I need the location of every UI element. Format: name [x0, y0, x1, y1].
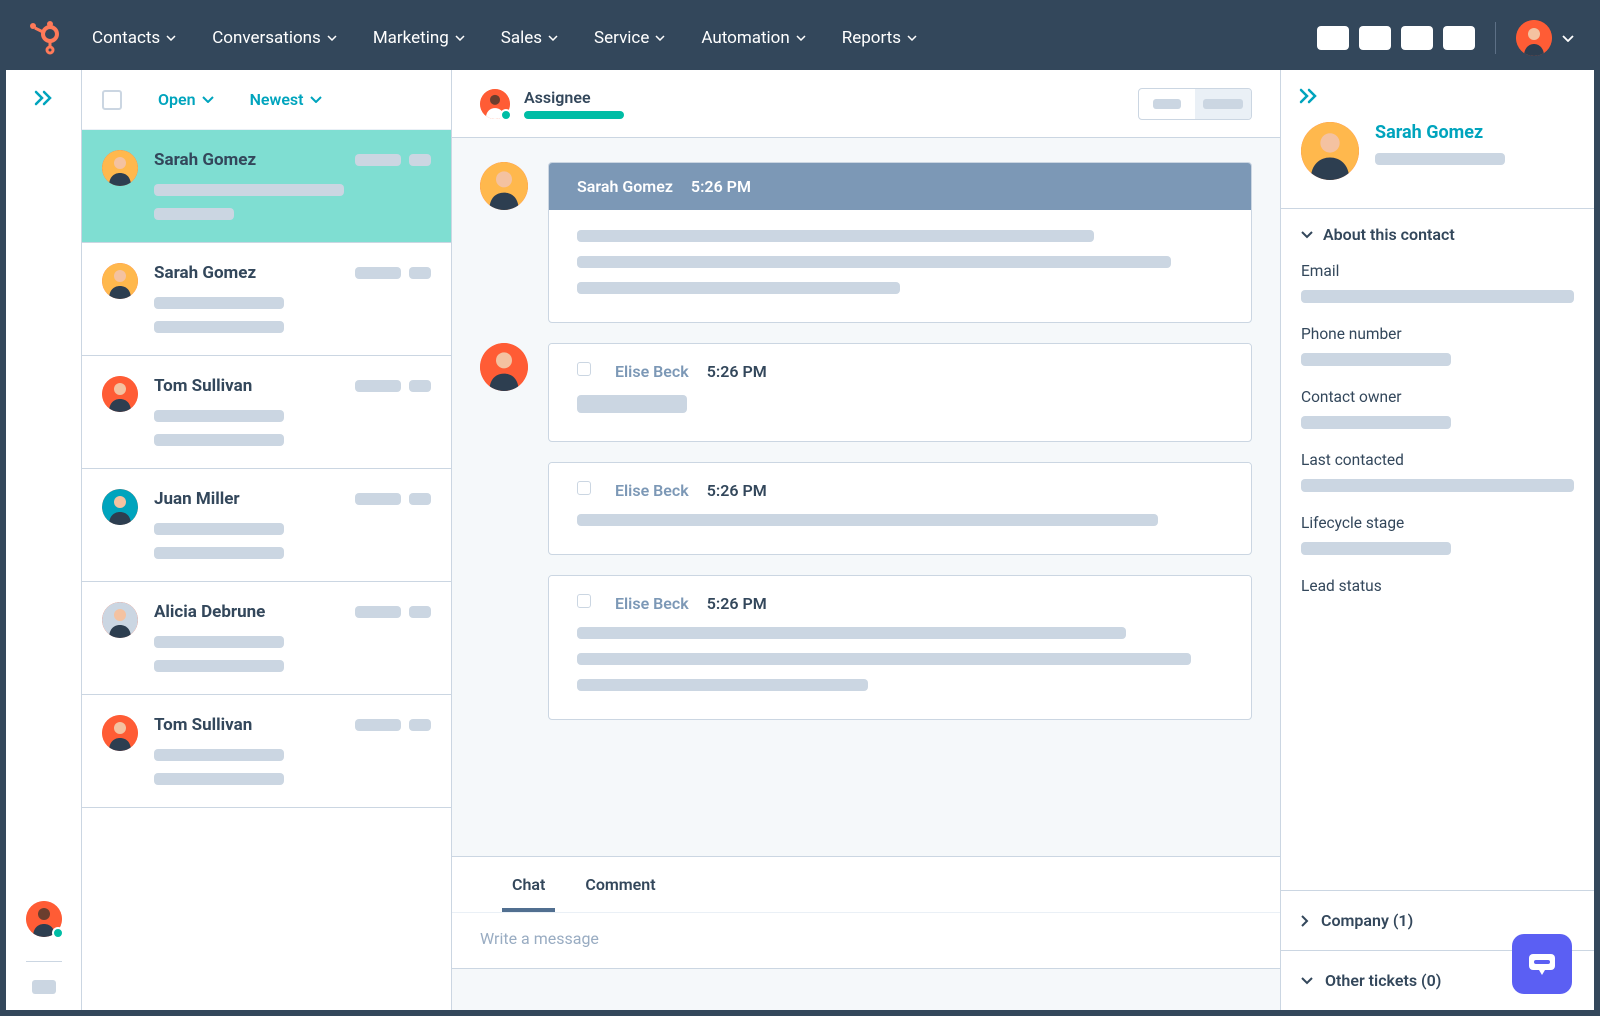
filter-sort[interactable]: Newest [250, 90, 322, 109]
field-label: Lifecycle stage [1301, 514, 1574, 532]
conversation-avatar [102, 150, 138, 186]
message-time: 5:26 PM [691, 177, 751, 196]
message: Elise Beck 5:26 PM [480, 462, 1252, 555]
nav-sales[interactable]: Sales [501, 28, 558, 48]
conversation-name: Juan Miller [154, 489, 240, 509]
conversation-panel: Assignee Sarah Gomez 5:26 PM Elise Beck 5:2… [452, 70, 1280, 1010]
field-label: Phone number [1301, 325, 1574, 343]
conversation-item[interactable]: Sarah Gomez [82, 243, 451, 356]
assignee-status-indicator [500, 109, 512, 121]
contact-panel: Sarah Gomez About this contact Email Phon… [1280, 70, 1594, 1010]
expand-rail-icon[interactable] [34, 90, 54, 106]
chat-icon [1527, 952, 1557, 976]
field-label: Lead status [1301, 577, 1574, 595]
inbox-panel: Open Newest Sarah Gomez Sarah Gomez Tom Su… [82, 70, 452, 1010]
conversation-avatar [102, 715, 138, 751]
message-sender: Elise Beck [615, 594, 689, 613]
message-composer: Chat Comment Write a message [452, 856, 1280, 1010]
online-status-indicator [52, 927, 64, 939]
conversation-item[interactable]: Tom Sullivan [82, 695, 451, 808]
field-value-placeholder [1301, 290, 1574, 303]
field-label: Contact owner [1301, 388, 1574, 406]
conversation-item[interactable]: Sarah Gomez [82, 130, 451, 243]
hubspot-logo[interactable] [26, 20, 62, 56]
chevron-down-icon [1301, 977, 1313, 985]
message-avatar [480, 162, 528, 210]
left-rail [6, 70, 82, 1010]
collapse-panel-icon[interactable] [1299, 88, 1319, 104]
nav-marketing[interactable]: Marketing [373, 28, 465, 48]
select-all-checkbox[interactable] [102, 90, 122, 110]
chevron-down-icon [1301, 231, 1313, 239]
composer-tab-chat[interactable]: Chat [492, 857, 565, 912]
conversation-avatar [102, 602, 138, 638]
conversation-name: Tom Sullivan [154, 376, 252, 396]
field-value-placeholder [1301, 416, 1451, 429]
field-label: Last contacted [1301, 451, 1574, 469]
message-sender: Elise Beck [615, 481, 689, 500]
conversation-item[interactable]: Tom Sullivan [82, 356, 451, 469]
message-checkbox[interactable] [577, 362, 591, 376]
conversation-avatar [102, 489, 138, 525]
user-avatar[interactable] [1516, 20, 1552, 56]
view-toggle[interactable] [1138, 88, 1252, 120]
nav-service[interactable]: Service [594, 28, 665, 48]
nav-action-4[interactable] [1443, 26, 1475, 50]
field-value-placeholder [1301, 353, 1451, 366]
message-avatar [480, 343, 528, 391]
chat-widget-button[interactable] [1512, 934, 1572, 994]
conversation-name: Sarah Gomez [154, 263, 256, 283]
conversation-name: Sarah Gomez [154, 150, 256, 170]
conversation-item[interactable]: Alicia Debrune [82, 582, 451, 695]
assignee-label: Assignee [524, 88, 624, 107]
message-input[interactable]: Write a message [452, 912, 1280, 968]
contact-subtitle-placeholder [1375, 153, 1505, 165]
message: Elise Beck 5:26 PM [480, 575, 1252, 720]
message-time: 5:26 PM [707, 362, 767, 381]
nav-reports[interactable]: Reports [842, 28, 917, 48]
message: Sarah Gomez 5:26 PM [480, 162, 1252, 323]
nav-action-3[interactable] [1401, 26, 1433, 50]
nav-action-2[interactable] [1359, 26, 1391, 50]
nav-automation[interactable]: Automation [701, 28, 805, 48]
message-sender: Sarah Gomez [577, 177, 673, 196]
chevron-right-icon [1301, 915, 1309, 927]
conversation-item[interactable]: Juan Miller [82, 469, 451, 582]
message-time: 5:26 PM [707, 481, 767, 500]
rail-user-avatar[interactable] [26, 901, 62, 937]
contact-name[interactable]: Sarah Gomez [1375, 122, 1574, 143]
filter-status[interactable]: Open [158, 90, 214, 109]
top-nav: Contacts Conversations Marketing Sales S… [6, 6, 1594, 70]
about-section-toggle[interactable]: About this contact [1301, 225, 1574, 244]
nav-contacts[interactable]: Contacts [92, 28, 176, 48]
conversation-avatar [102, 263, 138, 299]
field-label: Email [1301, 262, 1574, 280]
user-menu-chevron[interactable] [1562, 35, 1574, 42]
conversation-name: Tom Sullivan [154, 715, 252, 735]
message-checkbox[interactable] [577, 594, 591, 608]
nav-action-1[interactable] [1317, 26, 1349, 50]
field-value-placeholder [1301, 542, 1451, 555]
assignee-name-placeholder [524, 111, 624, 119]
rail-item[interactable] [32, 980, 56, 994]
message-time: 5:26 PM [707, 594, 767, 613]
conversation-name: Alicia Debrune [154, 602, 265, 622]
contact-avatar[interactable] [1301, 122, 1359, 180]
nav-conversations[interactable]: Conversations [212, 28, 337, 48]
conversation-avatar [102, 376, 138, 412]
message: Elise Beck 5:26 PM [480, 343, 1252, 442]
composer-tab-comment[interactable]: Comment [565, 857, 675, 912]
field-value-placeholder [1301, 479, 1574, 492]
message-checkbox[interactable] [577, 481, 591, 495]
message-sender: Elise Beck [615, 362, 689, 381]
